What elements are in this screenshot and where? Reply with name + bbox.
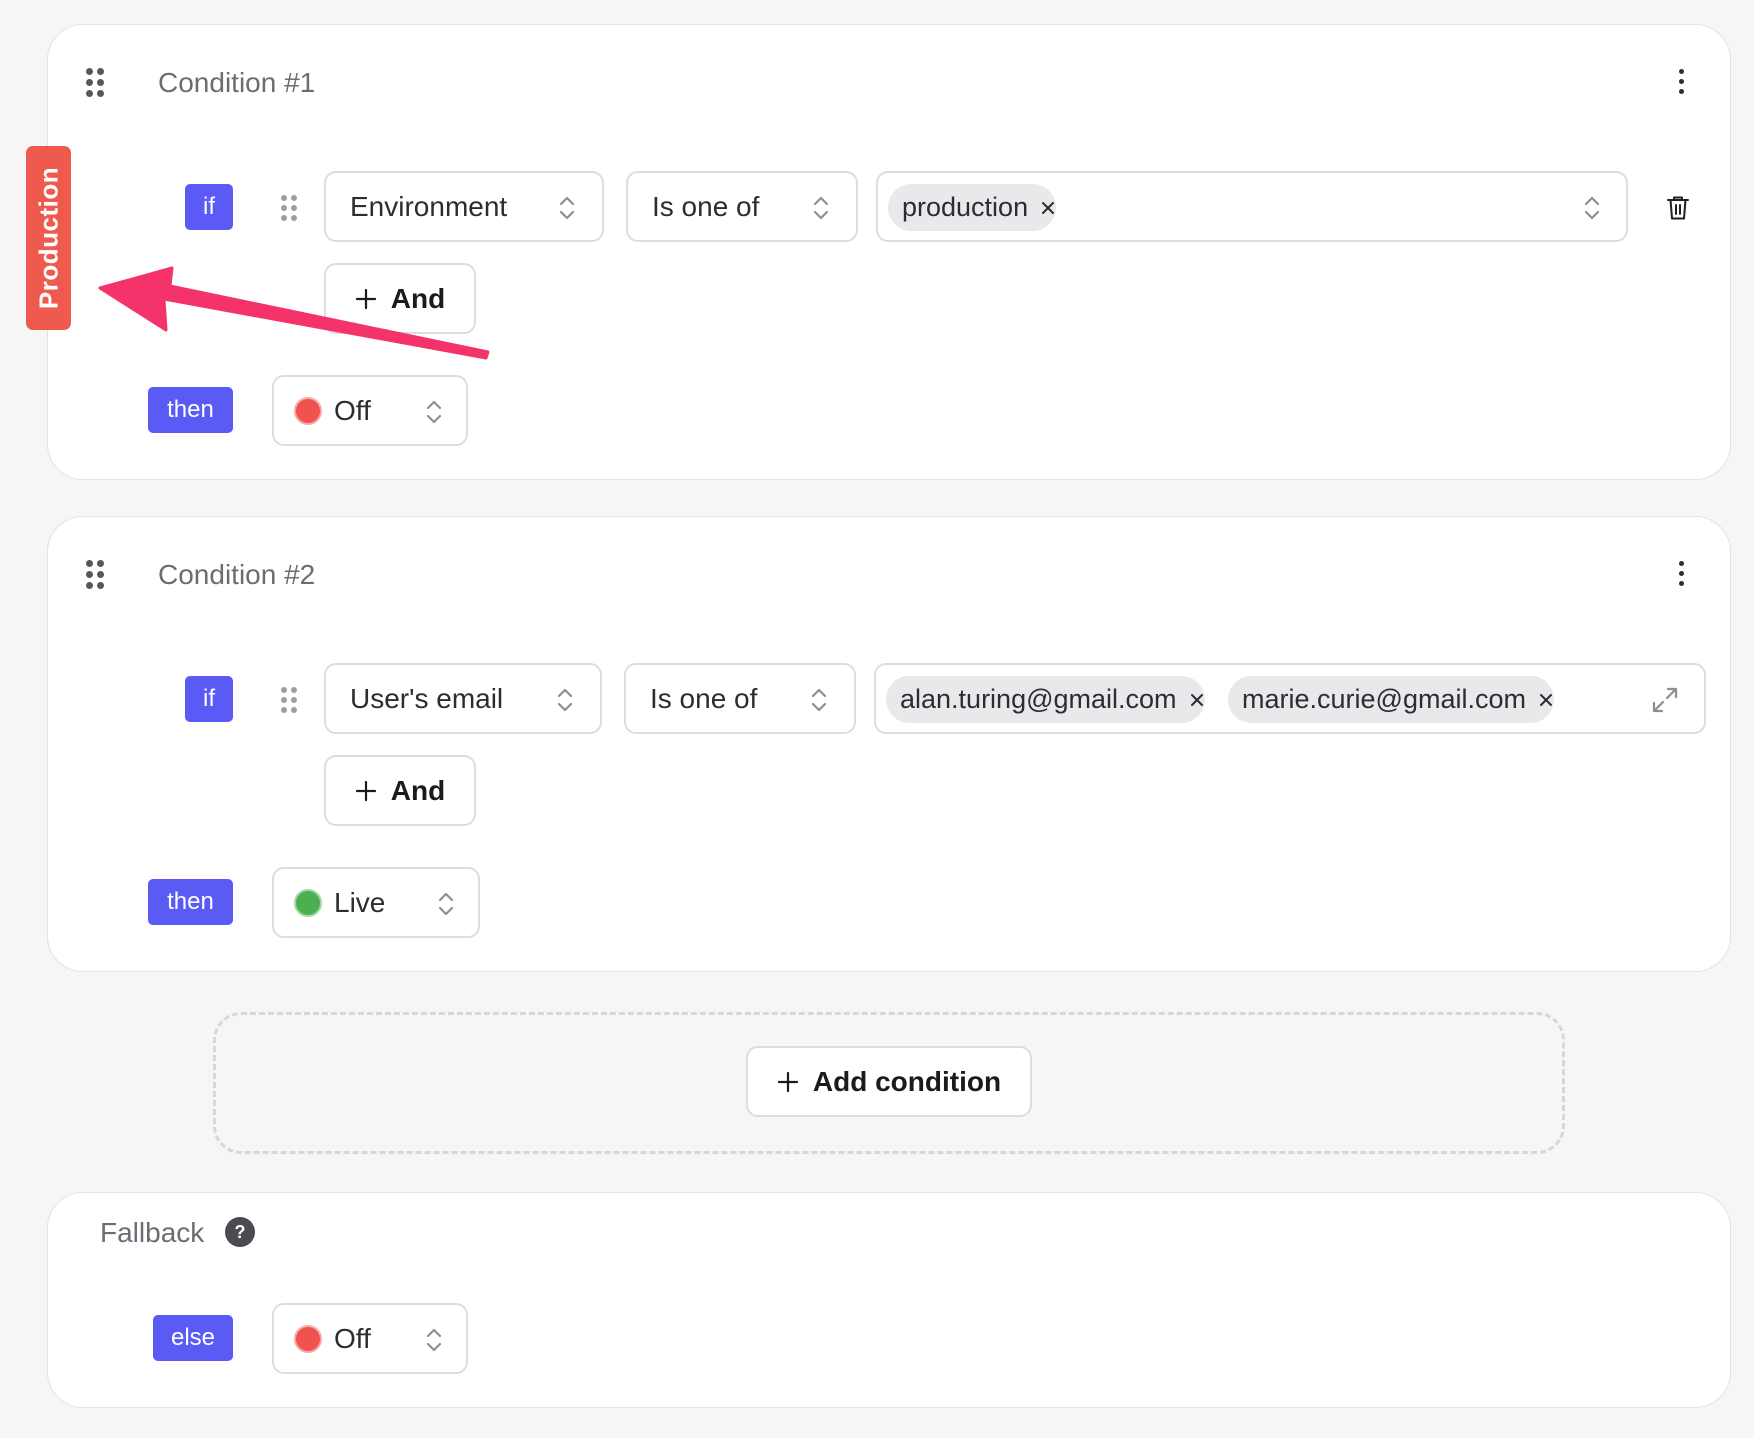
- question-icon[interactable]: ?: [225, 1217, 255, 1247]
- then-keyword: then: [148, 387, 233, 433]
- value-chip: alan.turing@gmail.com: [886, 676, 1205, 723]
- chevron-updown-icon: [438, 892, 454, 916]
- value-chip-label: alan.turing@gmail.com: [900, 684, 1177, 714]
- result-select[interactable]: Live: [272, 867, 480, 938]
- attribute-select[interactable]: User's email: [324, 663, 602, 734]
- if-keyword: if: [185, 184, 233, 230]
- rule-drag-handle-icon[interactable]: [281, 195, 305, 225]
- condition-title: Condition #2: [158, 559, 316, 590]
- add-and-label: And: [390, 282, 446, 314]
- value-chip: marie.curie@gmail.com: [1228, 676, 1554, 723]
- chevron-updown-icon: [813, 196, 829, 220]
- plus-icon: [777, 1071, 799, 1092]
- close-icon[interactable]: [1189, 692, 1205, 708]
- chevron-updown-icon: [811, 688, 827, 712]
- status-off-icon: [294, 396, 322, 425]
- fallback-title: Fallback: [100, 1217, 205, 1248]
- close-icon[interactable]: [1040, 200, 1056, 216]
- condition-card-2: Condition #2 if User's email Is one of a…: [47, 516, 1731, 972]
- condition-title: Condition #1: [158, 67, 316, 98]
- plus-icon: [355, 780, 376, 801]
- values-multiselect[interactable]: alan.turing@gmail.com marie.curie@gmail.…: [874, 663, 1706, 734]
- status-live-icon: [294, 888, 322, 917]
- value-chip-label: production: [902, 192, 1029, 222]
- drag-handle-icon[interactable]: [86, 560, 110, 590]
- value-chip: production: [888, 184, 1057, 231]
- attribute-select-value: User's email: [350, 682, 504, 714]
- then-keyword: then: [148, 879, 233, 925]
- if-keyword: if: [185, 676, 233, 722]
- fallback-card: Fallback ? else Off: [47, 1192, 1731, 1408]
- expand-icon[interactable]: [1650, 685, 1680, 715]
- operator-select-value: Is one of: [652, 190, 760, 222]
- close-icon[interactable]: [1538, 692, 1554, 708]
- add-condition-label: Add condition: [812, 1065, 1002, 1097]
- values-multiselect[interactable]: production: [876, 171, 1628, 242]
- chevron-updown-icon: [557, 688, 573, 712]
- else-keyword: else: [153, 1315, 233, 1361]
- fallback-result-select[interactable]: Off: [272, 1303, 468, 1374]
- kebab-menu-icon[interactable]: [1672, 561, 1692, 591]
- attribute-select-value: Environment: [350, 190, 508, 222]
- environment-tag-label: Production: [33, 166, 63, 310]
- result-select-value: Live: [334, 886, 386, 918]
- operator-select[interactable]: Is one of: [624, 663, 856, 734]
- operator-select[interactable]: Is one of: [626, 171, 858, 242]
- fallback-result-value: Off: [334, 1322, 371, 1354]
- result-select-value: Off: [334, 394, 371, 426]
- drag-handle-icon[interactable]: [86, 68, 110, 98]
- chevron-updown-icon: [426, 400, 442, 424]
- chevron-updown-icon: [559, 196, 575, 220]
- chevron-updown-icon: [426, 1328, 442, 1352]
- operator-select-value: Is one of: [650, 682, 758, 714]
- add-and-button[interactable]: And: [324, 755, 476, 826]
- value-chip-label: marie.curie@gmail.com: [1242, 684, 1526, 714]
- chevron-updown-icon: [1584, 196, 1600, 220]
- plus-icon: [355, 288, 376, 309]
- add-and-label: And: [390, 774, 446, 806]
- environment-tag: Production: [26, 146, 71, 330]
- add-and-button[interactable]: And: [324, 263, 476, 334]
- add-condition-button[interactable]: Add condition: [746, 1046, 1032, 1117]
- attribute-select[interactable]: Environment: [324, 171, 604, 242]
- condition-card-1: Condition #1 if Environment Is one of pr…: [47, 24, 1731, 480]
- kebab-menu-icon[interactable]: [1672, 69, 1692, 99]
- result-select[interactable]: Off: [272, 375, 468, 446]
- trash-icon[interactable]: [1666, 195, 1690, 221]
- rule-drag-handle-icon[interactable]: [281, 687, 305, 717]
- status-off-icon: [294, 1324, 322, 1353]
